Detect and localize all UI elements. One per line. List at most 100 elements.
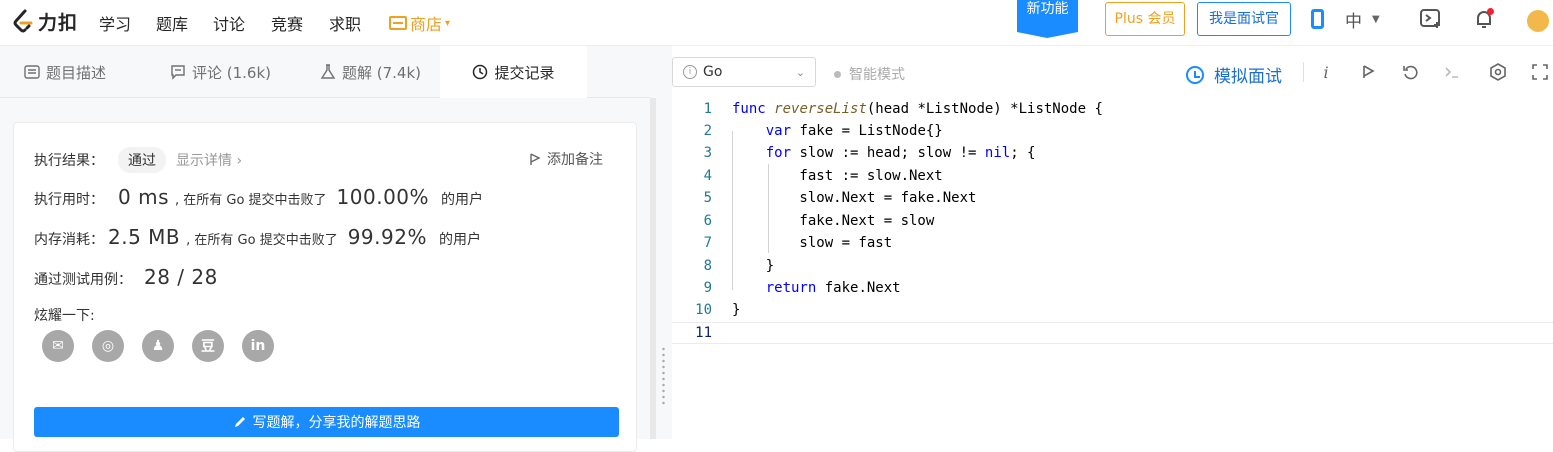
memory-suffix: 的用户: [438, 232, 481, 248]
settings-icon[interactable]: [1488, 62, 1508, 82]
write-solution-button[interactable]: 写题解，分享我的解题思路: [34, 407, 619, 437]
notification-bell-icon[interactable]: [1473, 8, 1495, 30]
share-icons: ✉ ◎ ♟ 豆 in: [42, 330, 274, 362]
line-number: 6: [703, 213, 712, 229]
code-editor[interactable]: 1 func reverseList(head *ListNode) *List…: [672, 98, 1553, 439]
tab-label: 提交记录: [494, 63, 555, 82]
tab-comments[interactable]: 评论 (1.6k): [166, 46, 275, 98]
comment-icon: [171, 65, 185, 80]
flag-icon: [530, 152, 541, 165]
code-text: }: [732, 302, 741, 318]
pencil-icon: [234, 417, 245, 427]
description-icon: [24, 65, 40, 79]
runtime-percent: 100.00%: [336, 185, 430, 209]
tab-description[interactable]: 题目描述: [20, 46, 110, 98]
weibo-icon[interactable]: ◎: [92, 330, 124, 362]
toolbar-divider: [1303, 62, 1304, 82]
line-number: 10: [695, 302, 712, 318]
scrollbar-track: [650, 98, 656, 439]
console-icon[interactable]: [1442, 62, 1462, 82]
memory-row: 内存消耗： 2.5 MB , 在所有 Go 提交中击败了 99.92% 的用户: [34, 225, 481, 249]
share-label-row: 炫耀一下:: [34, 305, 95, 325]
code-line: 1 func reverseList(head *ListNode) *List…: [672, 98, 1553, 120]
nav-shop[interactable]: 商店 ▾: [389, 11, 450, 35]
submission-panel: 执行结果： 通过 显示详情 › 添加备注 执行用时： 0 ms , 在所有 Go…: [0, 98, 650, 452]
leetcode-logo-icon: [13, 9, 33, 32]
line-number: 11: [695, 325, 712, 341]
run-icon[interactable]: [1358, 62, 1378, 82]
line-number: 7: [703, 235, 712, 251]
testcases-label: 通过测试用例：: [34, 272, 132, 288]
line-number: 3: [703, 145, 712, 161]
line-number: 1: [703, 101, 712, 117]
testcases-value: 28 / 28: [144, 265, 218, 289]
panel-splitter[interactable]: [650, 46, 672, 439]
code-line-current: 11: [672, 322, 1553, 344]
code-line: 4 fast := slow.Next: [672, 165, 1553, 187]
drag-handle[interactable]: [662, 346, 665, 406]
mock-interview-button[interactable]: 模拟面试: [1186, 62, 1282, 87]
alarm-clock-icon: [1186, 65, 1204, 84]
code-line: 9 return fake.Next: [672, 277, 1553, 299]
tab-label: 题目描述: [46, 63, 107, 82]
exec-result-label: 执行结果：: [34, 153, 104, 169]
tab-label: 评论 (1.6k): [192, 63, 272, 82]
runtime-value: 0 ms: [118, 185, 169, 209]
nav-shop-label: 商店: [410, 15, 443, 34]
language-select[interactable]: i Go ⌄: [672, 57, 816, 87]
line-number: 2: [703, 123, 712, 139]
memory-percent: 99.92%: [347, 225, 427, 249]
nav-jobs[interactable]: 求职: [329, 11, 361, 35]
tab-solutions[interactable]: 题解 (7.4k): [316, 46, 425, 98]
nav-problems[interactable]: 题库: [156, 11, 188, 35]
top-navbar: 力扣 学习 题库 讨论 竞赛 求职 商店 ▾ 新功能 Plus 会员 我是面试官…: [0, 0, 1553, 46]
runtime-suffix: 的用户: [441, 192, 484, 208]
code-line: 3 for slow := head; slow != nil; {: [672, 142, 1553, 164]
leetcode-logo[interactable]: 力扣: [12, 8, 78, 35]
write-solution-label: 写题解，分享我的解题思路: [252, 415, 421, 431]
language-switch[interactable]: 中 ▼: [1345, 8, 1380, 32]
memory-value: 2.5 MB: [108, 225, 181, 249]
memory-text: , 在所有 Go 提交中击败了: [186, 233, 338, 248]
wechat-icon[interactable]: ✉: [42, 330, 74, 362]
code-line: 8 }: [672, 255, 1553, 277]
show-detail-link[interactable]: 显示详情 ›: [176, 150, 242, 170]
new-feature-badge[interactable]: 新功能: [1017, 0, 1078, 38]
code-text: for slow := head; slow != nil; {: [765, 145, 1036, 161]
flask-icon: [320, 64, 336, 79]
tab-label: 题解 (7.4k): [342, 63, 422, 82]
share-label: 炫耀一下:: [34, 308, 95, 324]
linkedin-icon[interactable]: in: [242, 330, 274, 362]
status-badge: 通过: [118, 147, 166, 173]
runtime-label: 执行用时：: [34, 192, 104, 208]
tab-submissions[interactable]: 提交记录: [440, 46, 587, 98]
reset-icon[interactable]: [1400, 62, 1420, 82]
playground-icon[interactable]: [1419, 8, 1443, 30]
qq-icon[interactable]: ♟: [142, 330, 174, 362]
code-text: fast := slow.Next: [732, 168, 943, 184]
runtime-row: 执行用时： 0 ms , 在所有 Go 提交中击败了 100.00% 的用户: [34, 185, 483, 209]
nav-learn[interactable]: 学习: [99, 11, 131, 35]
exec-result-row: 执行结果： 通过 显示详情 ›: [34, 147, 242, 173]
memory-label: 内存消耗：: [34, 232, 104, 248]
left-tabbar: 题目描述 评论 (1.6k) 题解 (7.4k) 提交记录: [0, 46, 650, 98]
plus-member-button[interactable]: Plus 会员: [1105, 2, 1185, 36]
code-line: 10 }: [672, 299, 1553, 321]
nav-discuss[interactable]: 讨论: [213, 11, 245, 35]
code-text: fake.Next = slow: [732, 213, 935, 229]
user-avatar[interactable]: [1527, 10, 1549, 32]
info-italic-icon[interactable]: i: [1316, 62, 1336, 82]
nav-contest[interactable]: 竞赛: [271, 11, 303, 35]
brand-name: 力扣: [38, 12, 79, 34]
smart-mode-dot: [834, 70, 841, 78]
smart-mode-toggle[interactable]: 智能模式: [834, 64, 905, 84]
chevron-down-icon: ⌄: [795, 65, 805, 79]
add-note-button[interactable]: 添加备注: [529, 149, 603, 169]
fullscreen-icon[interactable]: [1530, 62, 1550, 82]
douban-icon[interactable]: 豆: [192, 330, 224, 362]
interviewer-button[interactable]: 我是面试官: [1197, 2, 1291, 36]
caret-down-icon: ▾: [445, 17, 451, 29]
testcases-row: 通过测试用例： 28 / 28: [34, 265, 218, 289]
shop-icon: [389, 16, 407, 30]
mobile-icon[interactable]: [1309, 8, 1325, 30]
